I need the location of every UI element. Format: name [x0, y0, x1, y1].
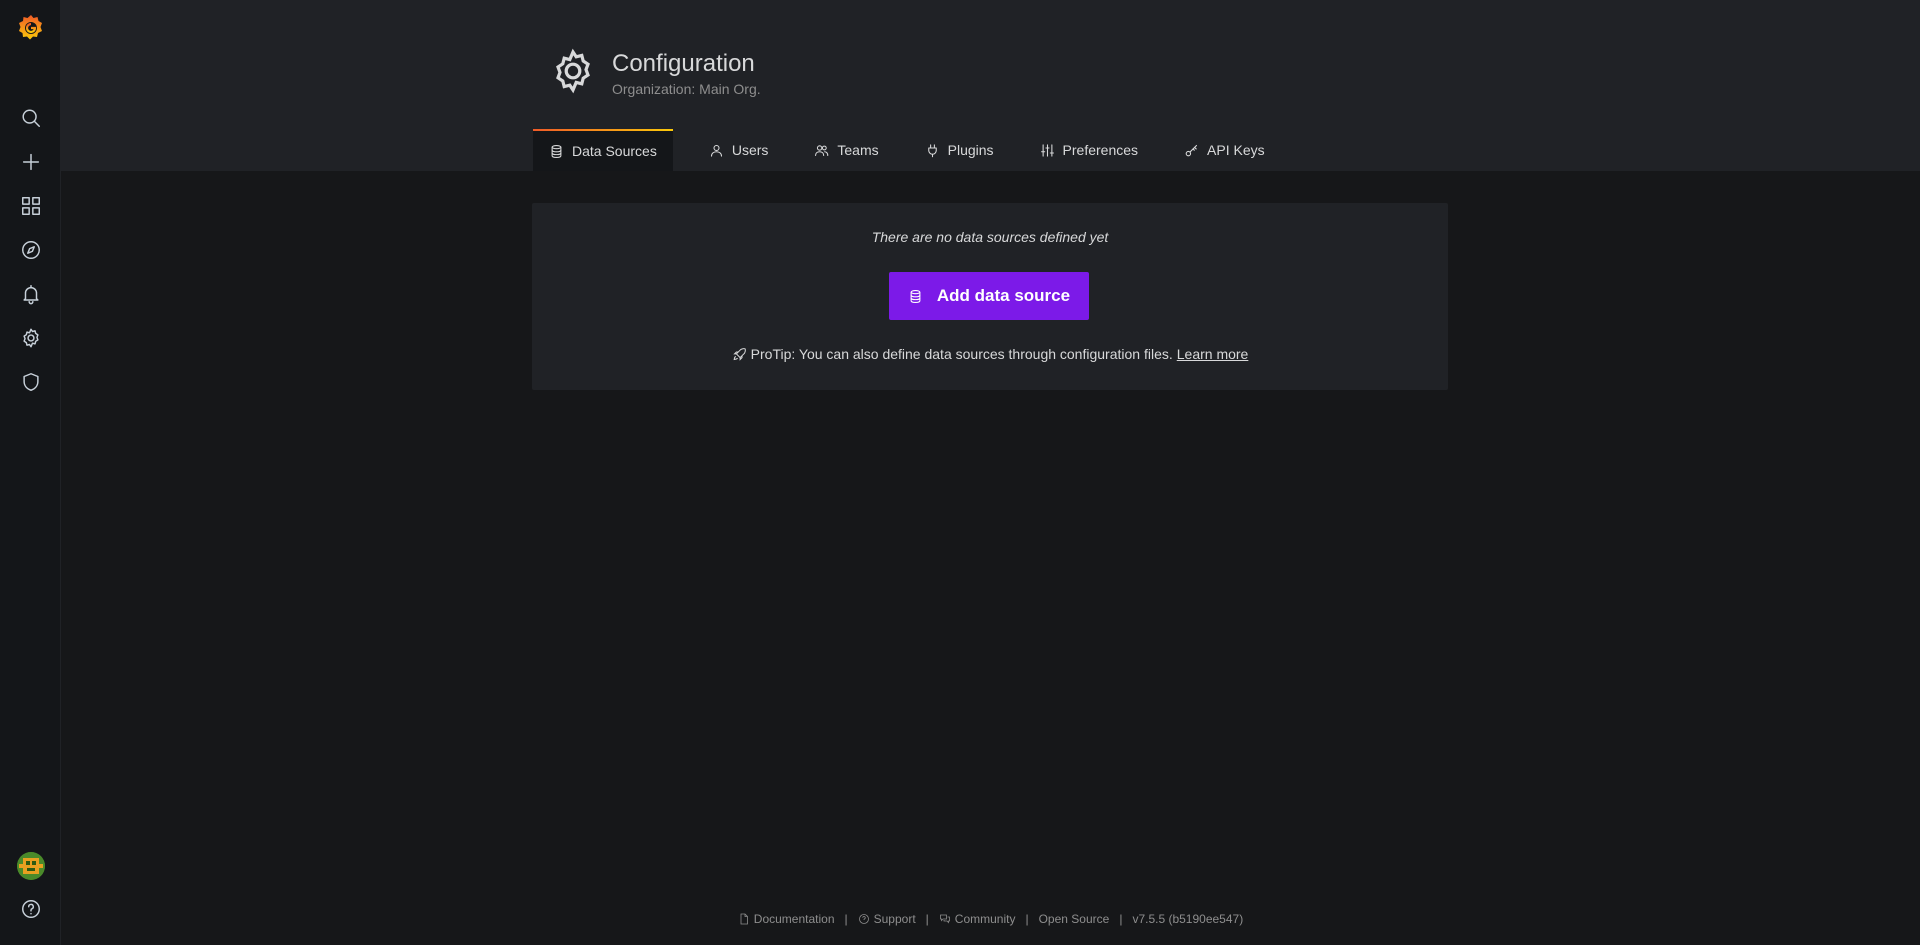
search-icon[interactable]	[14, 101, 47, 134]
tab-data-sources[interactable]: Data Sources	[533, 129, 673, 171]
shield-icon[interactable]	[14, 365, 47, 398]
footer-open-source-label: Open Source	[1038, 912, 1110, 926]
footer: Documentation | Support | Community | Op…	[61, 912, 1920, 926]
avatar[interactable]	[17, 852, 45, 880]
question-circle-icon	[858, 914, 869, 924]
tab-label: Data Sources	[572, 143, 657, 159]
tab-preferences[interactable]: Preferences	[1024, 129, 1154, 171]
question-circle-icon[interactable]	[14, 892, 47, 925]
add-data-source-label: Add data source	[936, 286, 1071, 305]
footer-version-label: v7.5.5 (b5190ee547)	[1132, 912, 1244, 926]
sliders-icon	[1040, 143, 1054, 157]
empty-state-message: There are no data sources defined yet	[871, 229, 1109, 245]
document-icon	[740, 913, 748, 925]
footer-separator: |	[844, 912, 848, 926]
footer-documentation-label: Documentation	[753, 912, 835, 926]
page-title-block: Configuration Organization: Main Org.	[549, 47, 761, 100]
tab-label: Preferences	[1062, 142, 1139, 158]
gear-icon	[549, 47, 597, 100]
footer-version[interactable]: v7.5.5 (b5190ee547)	[1132, 912, 1243, 926]
footer-community-label: Community	[954, 912, 1016, 926]
plus-icon[interactable]	[14, 145, 47, 178]
empty-state-panel: There are no data sources defined yet Ad…	[532, 203, 1448, 390]
page-title: Configuration	[612, 50, 755, 77]
footer-community-link[interactable]: Community	[939, 912, 1016, 926]
gear-icon[interactable]	[14, 321, 47, 354]
footer-support-link[interactable]: Support	[858, 912, 916, 926]
alerting-icon[interactable]	[14, 277, 47, 310]
sidebar	[0, 0, 61, 945]
protip: ProTip: You can also define data sources…	[532, 346, 1448, 362]
tab-label: Plugins	[947, 142, 994, 158]
plug-icon	[927, 143, 937, 157]
page-header: Configuration Organization: Main Org. Da…	[61, 0, 1920, 171]
footer-support-label: Support	[873, 912, 916, 926]
dashboards-icon[interactable]	[14, 189, 47, 222]
tab-label: Teams	[837, 142, 879, 158]
tab-users[interactable]: Users	[693, 129, 785, 171]
grafana-logo-icon[interactable]	[16, 12, 46, 42]
footer-documentation-link[interactable]: Documentation	[738, 912, 835, 926]
comments-icon	[939, 914, 950, 924]
users-icon	[815, 144, 829, 156]
rocket-icon	[732, 347, 746, 361]
database-icon	[551, 144, 562, 158]
tab-plugins[interactable]: Plugins	[909, 129, 1010, 171]
add-data-source-button[interactable]: Add data source	[889, 272, 1089, 320]
tab-label: Users	[731, 142, 769, 158]
database-icon	[910, 289, 921, 303]
protip-text: ProTip: You can also define data sources…	[750, 346, 1173, 362]
footer-separator: |	[925, 912, 929, 926]
tab-label: API Keys	[1207, 142, 1265, 158]
footer-separator: |	[1119, 912, 1123, 926]
footer-open-source-link[interactable]: Open Source	[1039, 912, 1110, 926]
page-subtitle: Organization: Main Org.	[612, 81, 761, 97]
tab-api-keys[interactable]: API Keys	[1168, 129, 1281, 171]
learn-more-link[interactable]: Learn more	[1177, 346, 1249, 362]
explore-icon[interactable]	[14, 233, 47, 266]
key-icon	[1185, 144, 1198, 156]
tab-bar: Data Sources Users Teams Plugins Prefere…	[533, 129, 1295, 171]
footer-separator: |	[1025, 912, 1029, 926]
tab-teams[interactable]: Teams	[798, 129, 894, 171]
user-icon	[710, 144, 722, 157]
